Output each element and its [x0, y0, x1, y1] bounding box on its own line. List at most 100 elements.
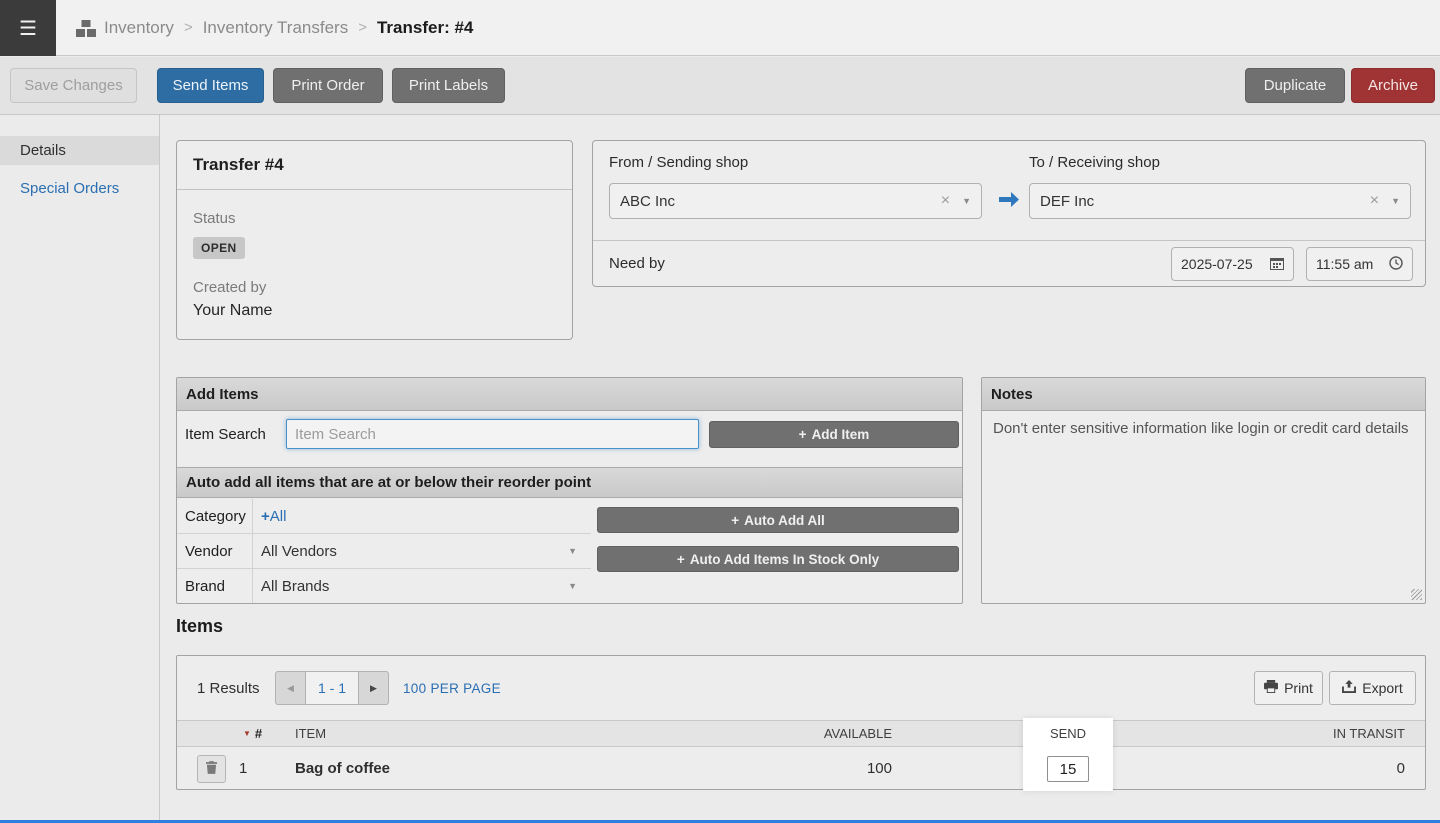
notes-textarea[interactable]	[983, 412, 1424, 602]
export-label: Export	[1362, 680, 1402, 696]
in-transit-value: 0	[1205, 747, 1405, 791]
archive-button[interactable]: Archive	[1351, 68, 1435, 103]
item-search-label: Item Search	[185, 411, 266, 457]
print-labels-button[interactable]: Print Labels	[392, 68, 505, 103]
category-row: Category + All	[177, 499, 591, 534]
chevron-down-icon: ▼	[568, 581, 577, 591]
vendor-row: Vendor All Vendors ▼	[177, 534, 591, 569]
column-header-send: SEND	[1023, 720, 1113, 747]
brand-row: Brand All Brands ▼	[177, 569, 591, 603]
items-panel: 1 Results ◀ 1 - 1 ▶ 100 PER PAGE Print E…	[176, 655, 1426, 790]
vendor-select[interactable]: All Vendors ▼	[253, 534, 591, 568]
export-icon	[1342, 680, 1356, 696]
add-item-label: Add Item	[812, 427, 870, 442]
column-header-num[interactable]: ▼ #	[243, 720, 262, 747]
category-value: All	[270, 508, 287, 525]
auto-add-in-stock-button[interactable]: + Auto Add Items In Stock Only	[597, 546, 959, 572]
chevron-down-icon: ▼	[962, 196, 971, 206]
sidebar-item-details[interactable]: Details	[0, 136, 159, 165]
toolbar: Save Changes Send Items Print Order Prin…	[0, 57, 1440, 115]
num-header-label: #	[255, 720, 262, 747]
items-heading: Items	[176, 616, 223, 637]
need-by-label: Need by	[609, 255, 665, 272]
chevron-down-icon: ▼	[568, 546, 577, 556]
delete-row-button[interactable]	[197, 755, 226, 783]
to-shop-label: To / Receiving shop	[1029, 154, 1160, 171]
print-order-button[interactable]: Print Order	[273, 68, 383, 103]
brand-value: All Brands	[261, 578, 329, 595]
next-arrow-icon: ▶	[370, 683, 377, 694]
category-label: Category	[177, 499, 253, 533]
column-header-item: ITEM	[295, 720, 326, 747]
plus-icon: +	[731, 513, 739, 528]
chevron-right-icon: >	[184, 19, 193, 36]
brand-select[interactable]: All Brands ▼	[253, 569, 591, 603]
transfer-direction-arrow-icon	[999, 192, 1019, 212]
need-by-time-picker[interactable]: 11:55 am	[1306, 247, 1413, 281]
resize-grip-icon[interactable]	[1411, 589, 1422, 600]
from-shop-label: From / Sending shop	[609, 154, 748, 171]
divider	[593, 240, 1425, 241]
status-badge: OPEN	[193, 237, 245, 259]
save-changes-button[interactable]: Save Changes	[10, 68, 137, 103]
add-item-button[interactable]: + Add Item	[709, 421, 959, 448]
created-by-value: Your Name	[193, 302, 556, 320]
add-items-header: Add Items	[177, 378, 962, 411]
need-by-time-value: 11:55 am	[1316, 256, 1389, 272]
brand-label: Brand	[177, 569, 253, 603]
item-search-row: Item Search + Add Item	[177, 411, 962, 457]
auto-add-all-label: Auto Add All	[744, 513, 825, 528]
transfer-card: Transfer #4 Status OPEN Created by Your …	[176, 140, 573, 340]
transfer-title: Transfer #4	[177, 141, 572, 190]
breadcrumb-current: Transfer: #4	[377, 18, 473, 38]
plus-icon: +	[261, 508, 270, 525]
next-page-button[interactable]: ▶	[358, 671, 389, 705]
need-by-date-picker[interactable]: 2025-07-25	[1171, 247, 1294, 281]
notes-panel: Notes	[981, 377, 1426, 604]
duplicate-button[interactable]: Duplicate	[1245, 68, 1345, 103]
from-shop-select[interactable]: ABC Inc × ▼	[609, 183, 982, 219]
inventory-icon	[76, 20, 96, 42]
available-value: 100	[637, 747, 892, 791]
need-by-date-value: 2025-07-25	[1181, 256, 1270, 272]
clear-icon[interactable]: ×	[941, 192, 950, 210]
hamburger-menu-button[interactable]: ☰	[0, 0, 56, 56]
created-by-label: Created by	[193, 279, 556, 296]
category-select[interactable]: + All	[253, 499, 591, 533]
status-label: Status	[193, 210, 556, 227]
sidebar-item-special-orders[interactable]: Special Orders	[0, 175, 159, 201]
add-items-panel: Add Items Item Search + Add Item Auto ad…	[176, 377, 963, 604]
auto-add-header: Auto add all items that are at or below …	[177, 467, 962, 498]
auto-add-in-stock-label: Auto Add Items In Stock Only	[690, 552, 879, 567]
clear-icon[interactable]: ×	[1370, 192, 1379, 210]
shops-card: From / Sending shop ABC Inc × ▼ To / Rec…	[592, 140, 1426, 287]
chevron-right-icon: >	[358, 19, 367, 36]
clock-icon	[1389, 256, 1403, 273]
sort-caret-icon: ▼	[243, 720, 251, 747]
sidebar: Details Special Orders	[0, 115, 160, 823]
pager: ◀ 1 - 1 ▶	[275, 671, 389, 705]
top-header: ☰ Inventory > Inventory Transfers > Tran…	[0, 0, 1440, 56]
prev-arrow-icon: ◀	[287, 683, 294, 694]
item-search-input[interactable]	[286, 419, 699, 449]
item-link[interactable]: Bag of coffee	[295, 747, 390, 791]
auto-add-all-button[interactable]: + Auto Add All	[597, 507, 959, 533]
per-page-link[interactable]: 100 PER PAGE	[403, 656, 501, 720]
trash-icon	[206, 761, 217, 777]
to-shop-select[interactable]: DEF Inc × ▼	[1029, 183, 1411, 219]
results-count: 1 Results	[197, 656, 260, 720]
column-header-in-transit: IN TRANSIT	[1205, 720, 1405, 747]
column-header-available: AVAILABLE	[637, 720, 892, 747]
breadcrumb: Inventory > Inventory Transfers > Transf…	[104, 0, 473, 55]
chevron-down-icon: ▼	[1391, 196, 1400, 206]
breadcrumb-inventory[interactable]: Inventory	[104, 18, 174, 38]
export-button[interactable]: Export	[1329, 671, 1416, 705]
row-num: 1	[239, 747, 247, 791]
send-quantity-input[interactable]	[1047, 756, 1089, 782]
print-table-button[interactable]: Print	[1254, 671, 1323, 705]
hamburger-icon: ☰	[19, 16, 37, 41]
prev-page-button[interactable]: ◀	[275, 671, 306, 705]
app: ☰ Inventory > Inventory Transfers > Tran…	[0, 0, 1440, 823]
breadcrumb-inventory-transfers[interactable]: Inventory Transfers	[203, 18, 349, 38]
send-items-button[interactable]: Send Items	[157, 68, 264, 103]
